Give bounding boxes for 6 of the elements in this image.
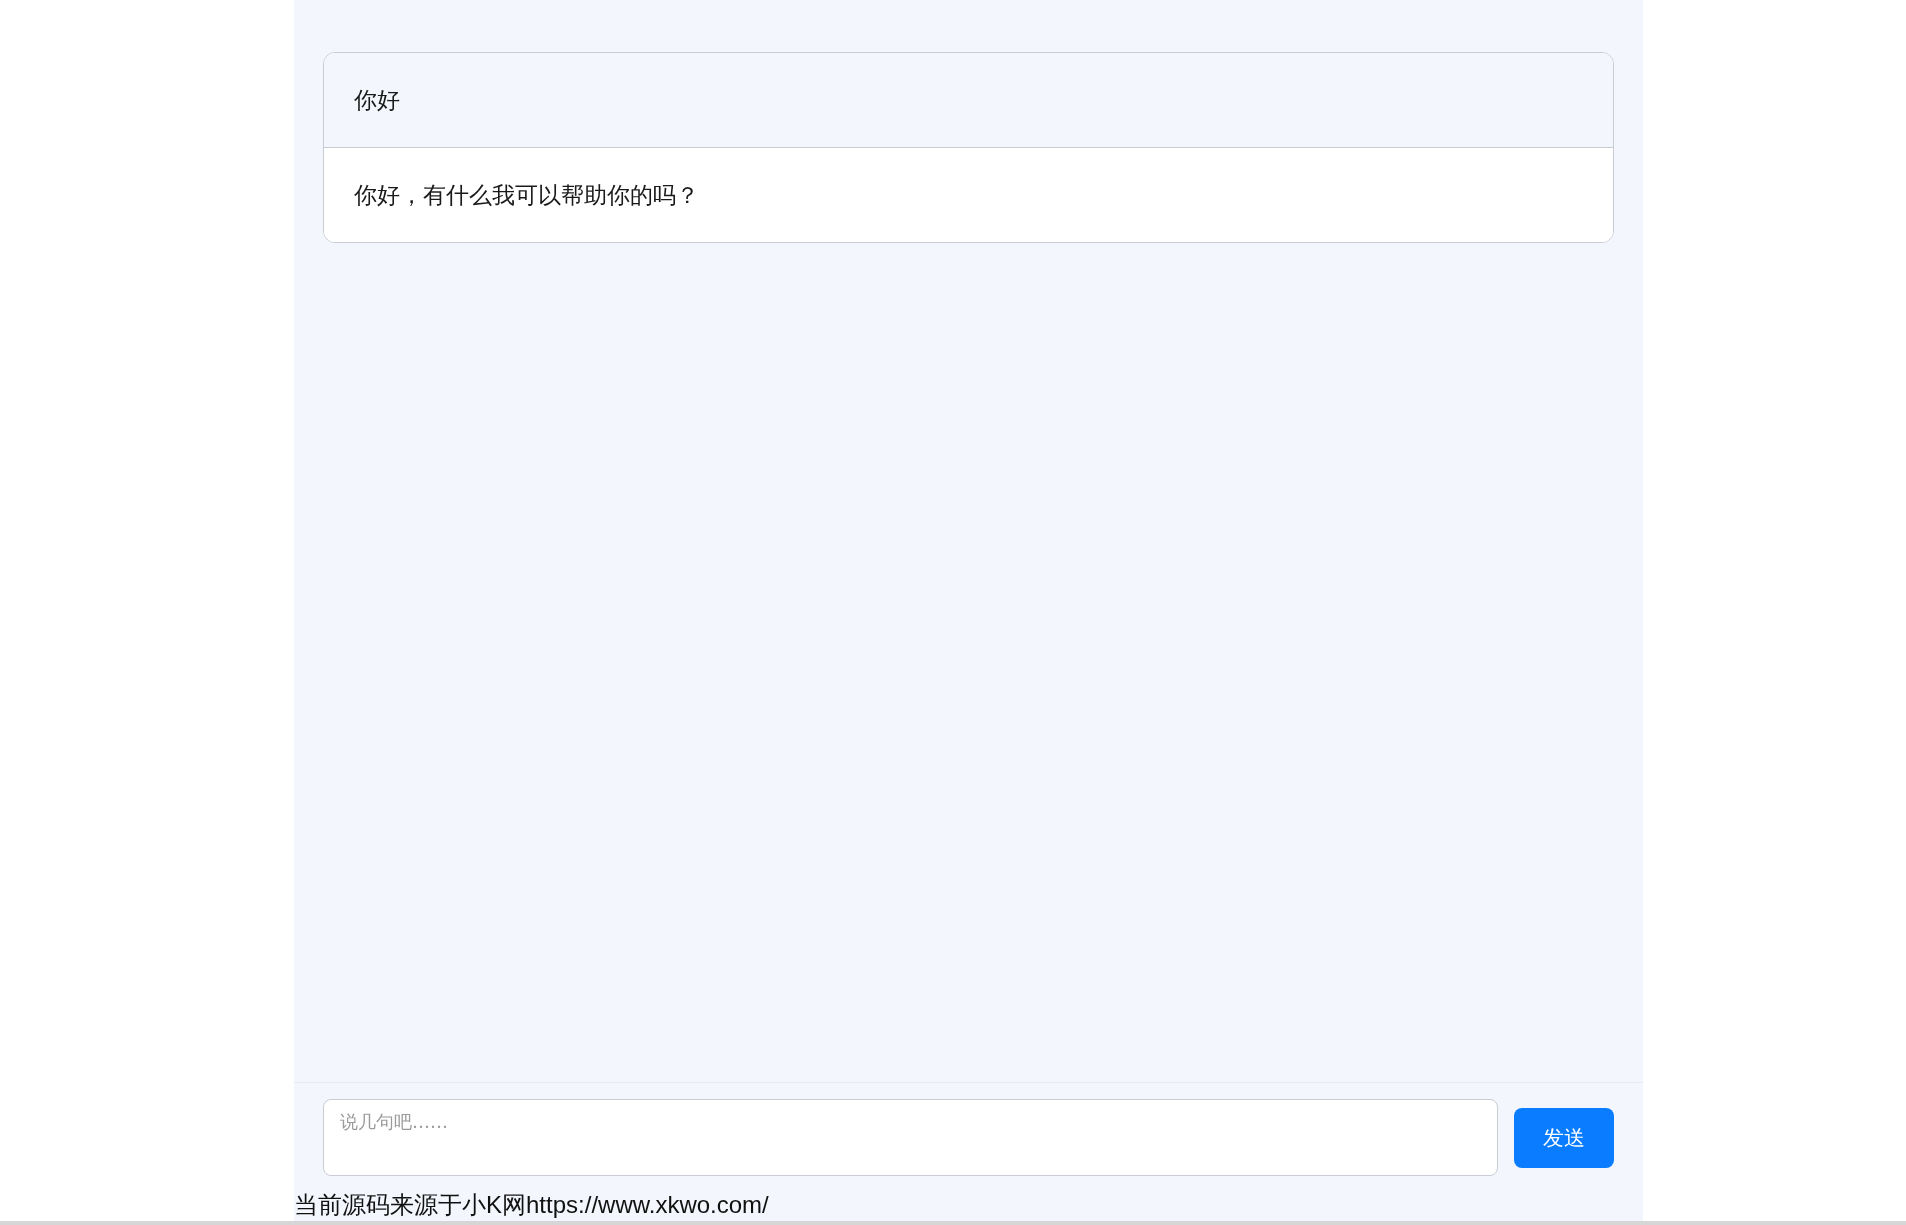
source-note: 当前源码来源于小K网https://www.xkwo.com/: [294, 1190, 769, 1220]
horizontal-scrollbar[interactable]: [0, 1221, 1906, 1225]
message-input[interactable]: 说几句吧……: [323, 1099, 1498, 1176]
user-message: 你好: [324, 53, 1613, 147]
send-button[interactable]: 发送: [1514, 1107, 1614, 1168]
assistant-message: 你好，有什么我可以帮助你的吗？: [324, 147, 1613, 242]
